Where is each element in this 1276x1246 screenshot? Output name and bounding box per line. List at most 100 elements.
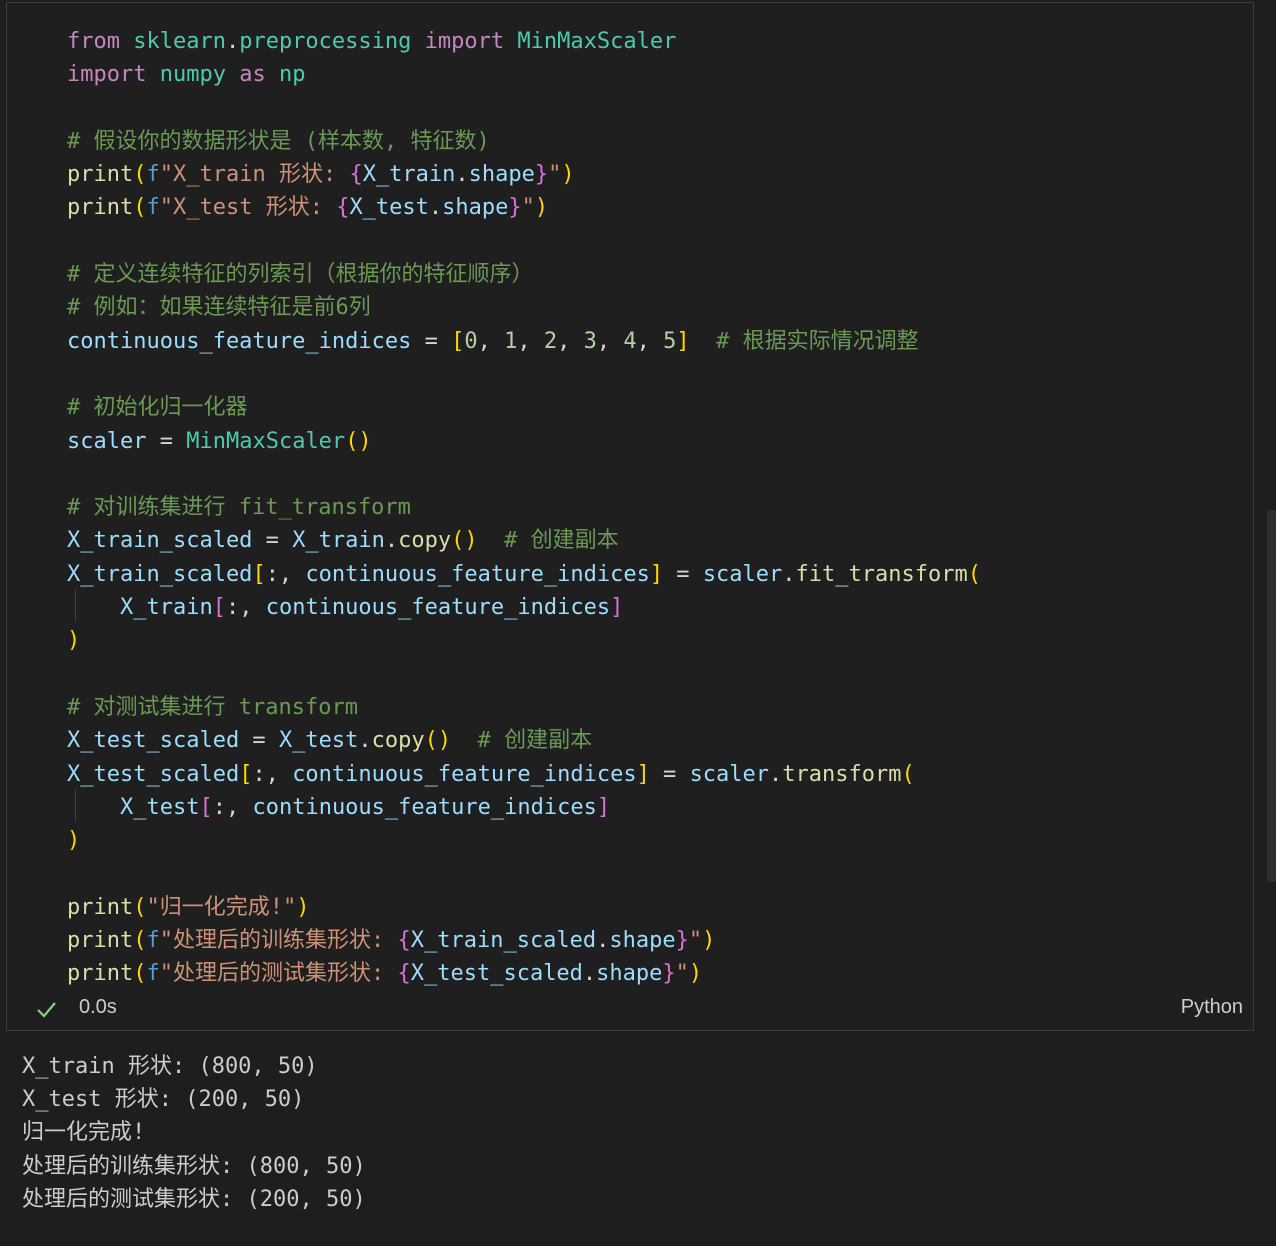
code-token: ] bbox=[636, 761, 650, 787]
execution-time: 0.0s bbox=[79, 996, 117, 1018]
code-token: " bbox=[548, 162, 562, 188]
indent-guide bbox=[75, 789, 76, 822]
code-line[interactable]: X_train[:, continuous_feature_indices] bbox=[67, 591, 981, 624]
code-token: copy bbox=[371, 728, 425, 754]
code-token: } bbox=[675, 928, 689, 954]
code-line[interactable]: # 定义连续特征的列索引（根据你的特征顺序） bbox=[67, 258, 981, 291]
output-line: X_test 形状: (200, 50) bbox=[22, 1087, 305, 1113]
code-token: " bbox=[688, 928, 703, 954]
code-line[interactable]: # 假设你的数据形状是 (样本数, 特征数) bbox=[67, 125, 981, 158]
code-token: "处理后的训练集形状: bbox=[159, 928, 398, 954]
code-token: as bbox=[239, 62, 266, 88]
code-token: X_train bbox=[292, 528, 385, 554]
code-token: continuous_feature_indices bbox=[292, 761, 637, 787]
code-line[interactable] bbox=[67, 658, 981, 691]
code-token: numpy bbox=[159, 62, 226, 88]
code-line[interactable]: X_test_scaled = X_test.copy() # 创建副本 bbox=[67, 724, 981, 757]
code-token: } bbox=[508, 195, 522, 221]
code-line[interactable]: print(f"处理后的测试集形状: {X_test_scaled.shape}… bbox=[67, 957, 981, 990]
code-token: = bbox=[146, 428, 187, 454]
code-token: print bbox=[67, 894, 134, 920]
code-token: shape bbox=[468, 162, 535, 188]
scrollbar[interactable] bbox=[1267, 510, 1276, 882]
code-line[interactable]: print("归一化完成!") bbox=[67, 891, 981, 924]
code-token: f bbox=[146, 162, 160, 188]
code-token: { bbox=[397, 961, 411, 987]
code-token: 2 bbox=[543, 328, 558, 354]
code-line[interactable] bbox=[67, 92, 981, 125]
code-line[interactable]: import numpy as np bbox=[67, 58, 981, 91]
code-token: print bbox=[67, 195, 134, 221]
code-line[interactable]: X_train_scaled[:, continuous_feature_ind… bbox=[67, 558, 981, 591]
code-token: ( bbox=[967, 561, 981, 587]
code-token: , bbox=[636, 328, 664, 354]
code-line[interactable] bbox=[67, 225, 981, 258]
code-line[interactable] bbox=[67, 358, 981, 391]
code-token: ) bbox=[702, 928, 716, 954]
code-token: ( bbox=[133, 928, 147, 954]
code-token: . bbox=[782, 561, 796, 587]
code-token: " bbox=[675, 961, 689, 987]
code-token: scaler bbox=[702, 561, 783, 587]
code-line[interactable]: scaler = MinMaxScaler() bbox=[67, 425, 981, 458]
code-token: ) bbox=[561, 162, 575, 188]
code-token: X_train bbox=[362, 162, 456, 188]
code-line[interactable]: # 例如：如果连续特征是前6列 bbox=[67, 291, 981, 324]
code-token: "归一化完成!" bbox=[146, 894, 297, 920]
code-token: from bbox=[67, 29, 120, 54]
code-line[interactable]: X_train_scaled = X_train.copy() # 创建副本 bbox=[67, 524, 981, 557]
code-editor[interactable]: from sklearn.preprocessing import MinMax… bbox=[67, 25, 981, 991]
code-line[interactable]: ) bbox=[67, 824, 981, 857]
code-line[interactable]: # 对测试集进行 transform bbox=[67, 691, 981, 724]
code-token: continuous_feature_indices bbox=[265, 595, 611, 621]
code-token: # 创建副本 bbox=[504, 528, 619, 554]
code-token: continuous_feature_indices bbox=[252, 794, 597, 820]
code-token: ] bbox=[649, 561, 664, 587]
code-line[interactable]: # 对训练集进行 fit_transform bbox=[67, 491, 981, 524]
code-token: () bbox=[345, 428, 372, 454]
code-token: X_train_scaled bbox=[410, 928, 597, 954]
language-indicator[interactable]: Python bbox=[1181, 996, 1243, 1019]
code-token: { bbox=[349, 162, 363, 188]
code-line[interactable]: print(f"X_train 形状: {X_train.shape}") bbox=[67, 158, 981, 191]
code-token: () bbox=[424, 728, 452, 754]
code-token: scaler bbox=[67, 428, 147, 454]
code-token: { bbox=[397, 928, 411, 954]
code-token: ( bbox=[133, 961, 147, 987]
code-token: ] bbox=[596, 794, 611, 820]
code-token: :, bbox=[265, 561, 306, 587]
code-token: # 对训练集进行 fit_transform bbox=[67, 495, 411, 521]
code-line[interactable]: X_test_scaled[:, continuous_feature_indi… bbox=[67, 758, 981, 791]
code-line[interactable]: continuous_feature_indices = [0, 1, 2, 3… bbox=[67, 325, 981, 358]
code-token: X_test_scaled bbox=[67, 761, 240, 787]
code-token: } bbox=[534, 162, 549, 188]
code-token: { bbox=[336, 195, 350, 221]
code-token: . bbox=[428, 195, 443, 221]
code-token: ) bbox=[296, 894, 310, 920]
code-token: # 定义连续特征的列索引（根据你的特征顺序） bbox=[67, 262, 534, 288]
code-line[interactable]: print(f"处理后的训练集形状: {X_train_scaled.shape… bbox=[67, 924, 981, 957]
code-token: [ bbox=[212, 595, 226, 621]
code-line[interactable]: # 初始化归一化器 bbox=[67, 391, 981, 424]
code-token: X_test_scaled bbox=[67, 728, 240, 754]
code-line[interactable]: print(f"X_test 形状: {X_test.shape}") bbox=[67, 191, 981, 224]
cell-status-bar: 0.0s Python bbox=[7, 992, 1253, 1030]
code-line[interactable]: ) bbox=[67, 624, 981, 657]
code-token: ( bbox=[133, 894, 147, 920]
code-line[interactable] bbox=[67, 857, 981, 890]
code-token: MinMaxScaler bbox=[186, 428, 346, 454]
code-line[interactable] bbox=[67, 458, 981, 491]
code-token: shape bbox=[442, 195, 509, 221]
code-cell[interactable]: from sklearn.preprocessing import MinMax… bbox=[6, 2, 1254, 1031]
code-line[interactable]: from sklearn.preprocessing import MinMax… bbox=[67, 25, 981, 58]
code-token: . bbox=[455, 162, 469, 188]
code-token: # 创建副本 bbox=[477, 728, 593, 754]
code-line[interactable]: X_test[:, continuous_feature_indices] bbox=[67, 791, 981, 824]
code-token: [ bbox=[451, 328, 465, 354]
cell-output: X_train 形状: (800, 50) X_test 形状: (200, 50… bbox=[22, 1050, 366, 1216]
code-token: "处理后的测试集形状: bbox=[159, 961, 398, 987]
